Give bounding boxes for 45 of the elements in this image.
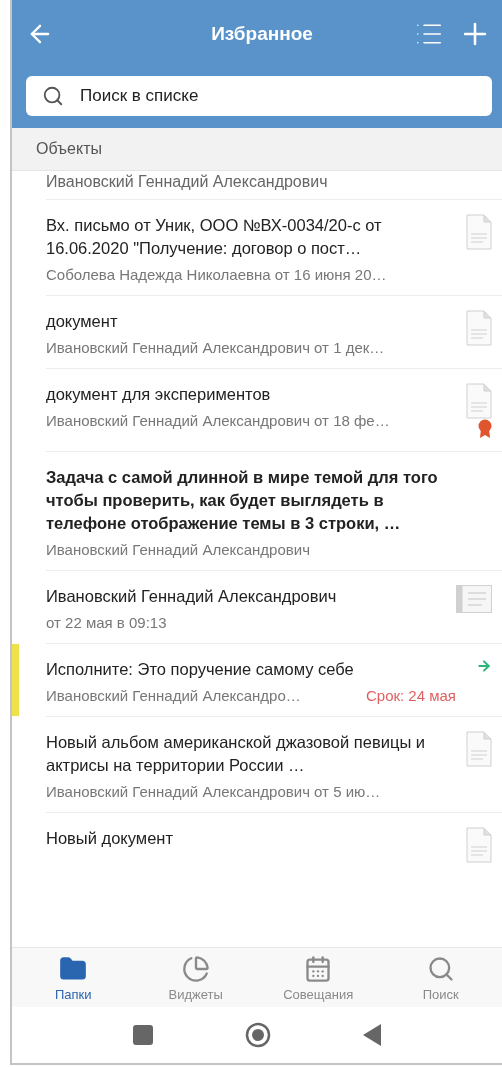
list-item-title: Исполните: Это поручение самому себе [46, 659, 355, 680]
list-item[interactable]: Исполните: Это поручение самому себе Ивановский Геннадий Александро… Срок: 24 мая [12, 644, 502, 716]
search-icon [42, 85, 64, 107]
list-item-title: документ [46, 311, 119, 332]
list-item[interactable]: документ для экспериментов Ивановский Геннадий Александрович от 18 фе… [12, 369, 502, 451]
screen-title: Избранное [211, 23, 313, 45]
due-date: Срок: 24 мая [365, 687, 456, 704]
section-header: Объекты [12, 128, 502, 171]
note-icon [456, 585, 492, 613]
search-field[interactable]: Поиск в списке [26, 76, 492, 116]
back-nav-icon[interactable] [363, 1024, 381, 1046]
list-item-subtitle: Ивановский Геннадий Александрович [46, 541, 310, 558]
list-item-title: документ для экспериментов [46, 384, 272, 405]
nav-tab[interactable]: Папки [12, 954, 135, 1003]
document-icon [466, 310, 492, 346]
list-item-subtitle: Ивановский Геннадий Александрович от 1 дек… [46, 339, 385, 356]
document-icon [466, 827, 492, 863]
list-item-title: Задача с самой длинной в мире темой для того чтобы проверить, как будет выглядеть в телефоне отображение темы в 3 строки, … [46, 467, 439, 534]
pie-chart-icon [181, 955, 210, 983]
list-item-title: Новый альбом американской джазовой певицы и актрисы на территории России … [46, 732, 427, 776]
search-icon [426, 955, 455, 983]
list-item[interactable]: Ивановский Геннадий Александрович от 22 мая в 09:13 [12, 571, 502, 643]
list-item-subtitle: Ивановский Геннадий Александро… [46, 687, 301, 704]
list-item-subtitle: от 22 мая в 09:13 [46, 614, 167, 631]
arrow-right-icon [476, 658, 492, 674]
square-nav-icon[interactable] [133, 1025, 153, 1045]
calendar-icon [304, 955, 333, 983]
list-item[interactable]: Вх. письмо от Уник, ООО №ВХ-0034/20-с от 16.06.2020 "Получение: договор о пост… Соболева Надежда Николаевна от 16 июня 20… [12, 200, 502, 295]
document-icon [466, 214, 492, 250]
list-item[interactable]: Новый альбом американской джазовой певицы и актрисы на территории России … Ивановский Геннадий Александрович от 5 ию… [12, 717, 502, 812]
list-item-subtitle: Соболева Надежда Николаевна от 16 июня 20… [46, 266, 387, 283]
ribbon-icon [478, 419, 492, 439]
list-item-title: Ивановский Геннадий Александрович [46, 586, 338, 607]
home-nav-icon[interactable] [245, 1022, 271, 1048]
list-item-title: Вх. письмо от Уник, ООО №ВХ-0034/20-с от 16.06.2020 "Получение: договор о пост… [46, 215, 383, 259]
list-item[interactable]: Задача с самой длинной в мире темой для того чтобы проверить, как будет выглядеть в телефоне отображение темы в 3 строки, … Ивановский Геннадий Александрович [12, 452, 502, 570]
list-item-subtitle: Ивановский Геннадий Александрович от 18 фе… [46, 412, 390, 429]
list-item[interactable]: документ Ивановский Геннадий Александрович от 1 дек… [12, 296, 502, 368]
list-item-subtitle: Ивановский Геннадий Александрович [45, 172, 329, 192]
list-item-title: Новый документ [46, 828, 174, 849]
folder-icon [59, 955, 88, 983]
document-icon [466, 731, 492, 767]
list-item-subtitle: Ивановский Геннадий Александрович от 5 ию… [46, 783, 381, 800]
list-item[interactable]: Новый документ [12, 813, 502, 875]
document-icon [466, 383, 492, 419]
